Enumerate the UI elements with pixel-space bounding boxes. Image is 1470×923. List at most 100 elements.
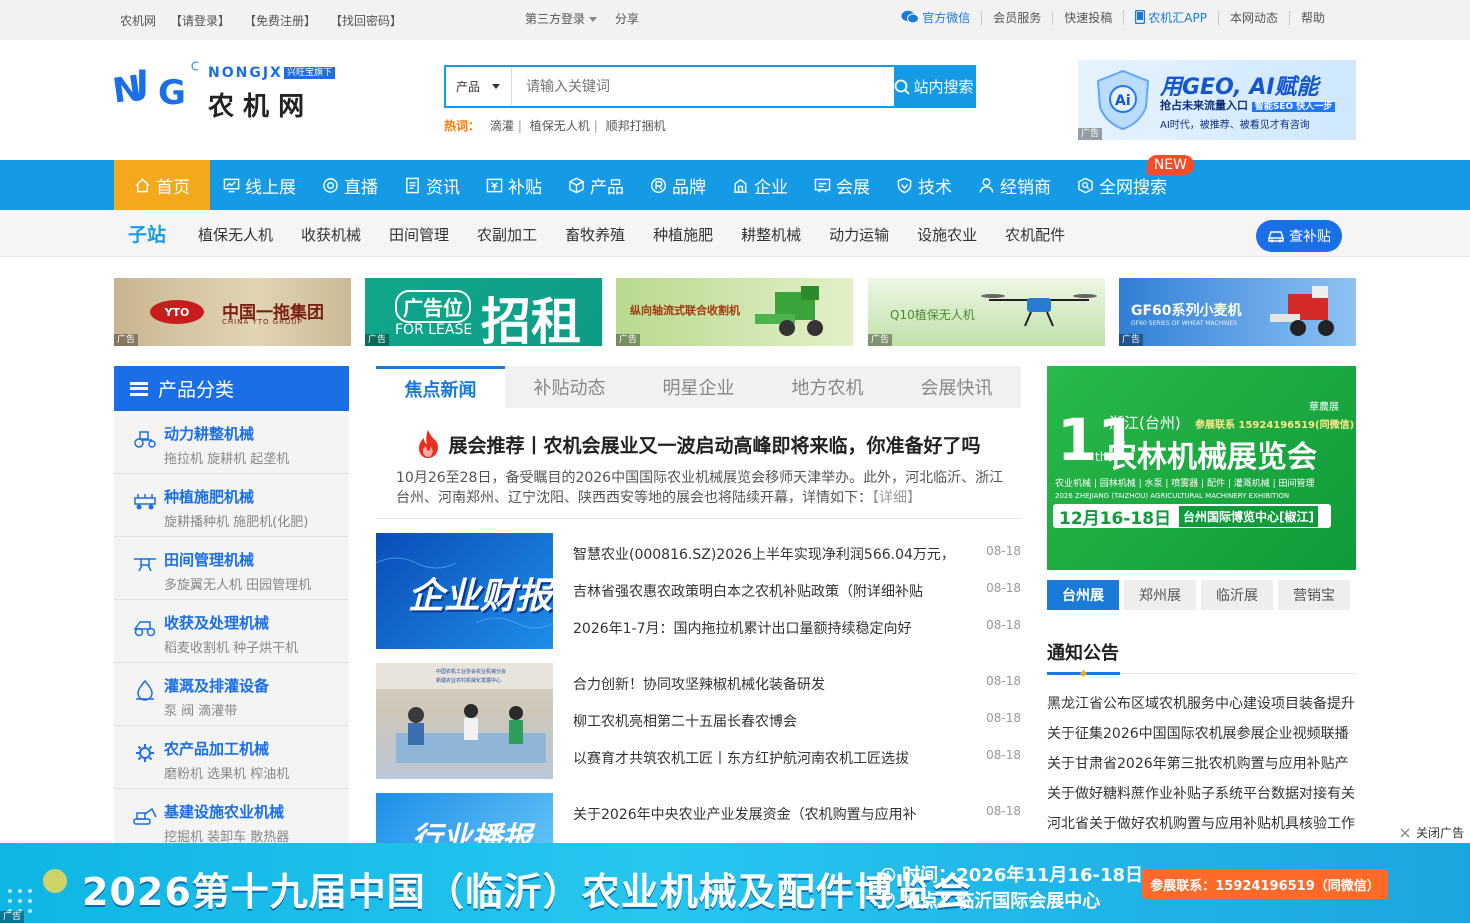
live-icon	[323, 177, 338, 193]
banner-ad-wheat-machine[interactable]: GF60系列小麦机 GF60 SERIES OF WHEAT MACHINES …	[1119, 278, 1356, 346]
category-item[interactable]: 田间管理机械 多旋翼无人机 田园管理机	[114, 537, 349, 600]
document-icon	[406, 177, 419, 193]
yto-logo: YTO	[150, 300, 204, 324]
member-service-link[interactable]: 会员服务	[981, 10, 1052, 25]
third-party-login[interactable]: 第三方登录	[525, 10, 598, 27]
category-item[interactable]: 基建设施农业机械 挖掘机 装卸车 散热器	[114, 789, 349, 843]
substation-link[interactable]: 设施农业	[917, 224, 977, 245]
tab-zhengzhou-expo[interactable]: 郑州展	[1124, 580, 1196, 610]
news-thumb-financial[interactable]: 企业财报	[376, 533, 553, 649]
substation-link[interactable]: 种植施肥	[653, 224, 713, 245]
login-link[interactable]: 【请登录】	[170, 12, 230, 29]
tab-focus-news[interactable]: 焦点新闻	[376, 366, 505, 408]
notice-item[interactable]: 关于甘肃省2026年第三批农机购置与应用补贴产	[1047, 753, 1356, 773]
site-logo[interactable]: N J G NONGJX 兴旺宝旗下 农 机 网	[114, 58, 336, 122]
tab-marketing[interactable]: 营销宝	[1278, 580, 1350, 610]
substation-link[interactable]: 动力运输	[829, 224, 889, 245]
category-item[interactable]: 种植施肥机械 旋耕播种机 施肥机(化肥)	[114, 474, 349, 537]
substation-link[interactable]: 畜牧养殖	[565, 224, 625, 245]
header-ad-banner[interactable]: Ai 用GEO, AI赋能 抢占未来流量入口 智能SEO 快人一步 AI时代，被…	[1078, 60, 1356, 140]
search-category-select[interactable]: 产品	[446, 67, 512, 106]
forgot-password-link[interactable]: 【找回密码】	[330, 12, 402, 29]
official-wechat-link[interactable]: 官方微信	[890, 10, 981, 25]
news-item[interactable]: 柳工农机亮相第二十五届长春农博会 08-18	[573, 711, 1021, 731]
thumb-title: 行业播报	[412, 821, 532, 843]
notice-item[interactable]: 关于做好糖料蔗作业补贴子系统平台数据对接有关	[1047, 783, 1356, 803]
nav-subsidy[interactable]: 补贴	[473, 160, 555, 210]
ad-label: 广告	[868, 334, 893, 346]
hotword-link[interactable]: 滴灌	[490, 119, 514, 133]
news-thumb-industry[interactable]: 行业播报	[376, 793, 553, 843]
divider	[376, 518, 1021, 519]
substation-link[interactable]: 农机配件	[1005, 224, 1065, 245]
hotword-link[interactable]: 植保无人机	[530, 119, 590, 133]
nav-exhibitions[interactable]: 会展	[801, 160, 883, 210]
notice-item[interactable]: 河北省关于做好农机购置与应用补贴机具核验工作	[1047, 813, 1356, 833]
banner-ad-for-lease[interactable]: 广告位 FOR LEASE 招租 广告	[365, 278, 602, 346]
nav-brands[interactable]: 品牌	[637, 160, 719, 210]
ad-label: 广告	[1078, 128, 1103, 140]
news-item[interactable]: 以赛育才共筑农机工匠丨东方红护航河南农机工匠选拔 08-18	[573, 748, 1021, 768]
headline-link[interactable]: 展会推荐丨农机会展业又一波启动高峰即将来临，你准备好了吗	[376, 425, 1021, 463]
more-link[interactable]: 【详细】	[872, 490, 921, 506]
category-item[interactable]: 动力耕整机械 拖拉机 旋耕机 起垄机	[114, 411, 349, 474]
banner-ad-drone[interactable]: Q10植保无人机 广告	[868, 278, 1105, 346]
category-item[interactable]: 农产品加工机械 磨粉机 选果机 榨油机	[114, 726, 349, 789]
tab-subsidy-news[interactable]: 补贴动态	[505, 366, 634, 408]
tab-star-companies[interactable]: 明星企业	[634, 366, 763, 408]
nav-technology[interactable]: 技术	[883, 160, 965, 210]
category-item[interactable]: 收获及处理机械 稻麦收割机 种子烘干机	[114, 600, 349, 663]
news-item[interactable]: 关于2026年中央农业产业发展资金（农机购置与应用补 08-18	[573, 804, 1021, 824]
banner-ad-combine-harvester[interactable]: 纵向轴流式联合收割机 广告	[616, 278, 853, 346]
user-icon	[979, 177, 994, 193]
tab-linyi-expo[interactable]: 临沂展	[1201, 580, 1273, 610]
news-item[interactable]: 2026年1-7月：国内拖拉机累计出口量额持续稳定向好 08-18	[573, 618, 1021, 638]
submit-article-link[interactable]: 快速投稿	[1052, 10, 1123, 25]
floating-ad-banner[interactable]: 2026第十九届中国（临沂）农业机械及配件博览会 时间：2026年11月16-1…	[0, 843, 1470, 923]
category-item[interactable]: 灌溉及排灌设备 泵 阀 滴灌带	[114, 663, 349, 726]
substation-link[interactable]: 收获机械	[301, 224, 361, 245]
substation-link[interactable]: 农副加工	[477, 224, 537, 245]
tab-expo-news[interactable]: 会展快讯	[892, 366, 1021, 408]
nav-news[interactable]: 资讯	[391, 160, 473, 210]
news-item[interactable]: 智慧农业(000816.SZ)2026上半年实现净利润566.04万元， 08-1…	[573, 544, 1021, 564]
nav-dealers[interactable]: 经销商	[965, 160, 1064, 210]
notice-item[interactable]: 黑龙江省公布区域农机服务中心建设项目装备提升	[1047, 693, 1356, 713]
news-thumb-meeting[interactable]: 中国农机工业协会农业机械分会 新疆农业农村机械化发展中心	[376, 663, 553, 779]
close-ad-button[interactable]: 关闭广告	[1400, 824, 1464, 841]
main-nav: 首页 线上展 直播 资讯 补贴 产品 品牌 企业 会展 技术 经销商 全网搜索 …	[0, 155, 1470, 210]
hotword-link[interactable]: 顺邦打捆机	[606, 119, 666, 133]
tab-local-machinery[interactable]: 地方农机	[763, 366, 892, 408]
share-link[interactable]: 分享	[615, 10, 639, 27]
search-box-icon	[1078, 177, 1093, 193]
search-button[interactable]: 站内搜索	[894, 67, 974, 106]
news-item[interactable]: 合力创新！协同攻坚辣椒机械化装备研发 08-18	[573, 674, 1021, 694]
shield-icon	[897, 177, 912, 193]
nav-products[interactable]: 产品	[555, 160, 637, 210]
substation-link[interactable]: 耕整机械	[741, 224, 801, 245]
substation-link[interactable]: 田间管理	[389, 224, 449, 245]
substation-link[interactable]: 植保无人机	[198, 224, 273, 245]
register-link[interactable]: 【免费注册】	[244, 12, 316, 29]
site-home-link[interactable]: 农机网	[120, 12, 156, 29]
nav-live[interactable]: 直播	[309, 160, 391, 210]
nav-companies[interactable]: 企业	[719, 160, 801, 210]
registered-icon	[650, 177, 667, 193]
expo-ad-banner[interactable]: 11 th 浙江(台州) 参展联系 15924196519(同微信) 華農展 农…	[1047, 366, 1356, 570]
news-tabs: 焦点新闻 补贴动态 明星企业 地方农机 会展快讯	[376, 366, 1021, 408]
banner-ad-yto[interactable]: YTO 中国一拖集团 CHINA YTO GROUP 广告	[114, 278, 351, 346]
app-link[interactable]: 农机汇APP	[1123, 9, 1218, 25]
tab-taizhou-expo[interactable]: 台州展	[1047, 580, 1119, 610]
help-link[interactable]: 帮助	[1288, 10, 1336, 25]
headline-summary: 10月26至28日，备受瞩目的2026中国国际农业机械展览会移师天津举办。此外，…	[396, 470, 1004, 506]
check-subsidy-button[interactable]: 查补贴	[1256, 220, 1342, 252]
thumb-title: 企业财报	[408, 576, 553, 617]
site-news-link[interactable]: 本网动态	[1217, 10, 1289, 25]
nav-home[interactable]: 首页	[114, 160, 210, 210]
news-item[interactable]: 吉林省强农惠农政策明白本之农机补贴政策（附详细补贴 08-18	[573, 581, 1021, 601]
notice-item[interactable]: 关于征集2026中国国际农机展参展企业视频联播	[1047, 723, 1356, 743]
nav-online-expo[interactable]: 线上展	[210, 160, 309, 210]
nav-global-search[interactable]: 全网搜索 NEW	[1064, 155, 1194, 210]
substation-label: 子站	[128, 224, 167, 246]
search-input[interactable]	[512, 67, 894, 106]
